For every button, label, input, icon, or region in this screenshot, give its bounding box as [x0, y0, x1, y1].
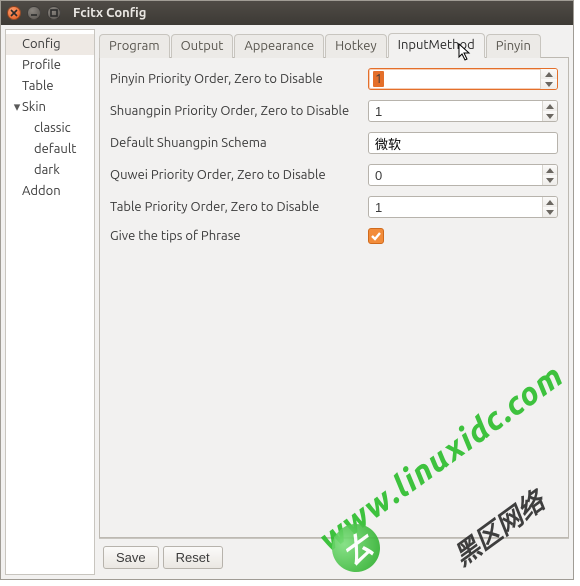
sidebar-item-label: Profile — [22, 58, 61, 72]
label-shuangpin-priority: Shuangpin Priority Order, Zero to Disabl… — [110, 104, 368, 118]
app-window: Fcitx Config Config Profile Table ▾Skin … — [0, 0, 574, 580]
sidebar-item-label: Config — [22, 37, 61, 51]
maximize-icon[interactable] — [47, 6, 61, 20]
sidebar-item-skin[interactable]: ▾Skin — [6, 97, 94, 118]
step-up-icon[interactable] — [541, 69, 557, 79]
step-down-icon[interactable] — [541, 79, 557, 89]
input-value[interactable] — [369, 197, 542, 217]
tab-label: Pinyin — [496, 39, 531, 53]
label-table-priority: Table Priority Order, Zero to Disable — [110, 200, 368, 214]
step-down-icon[interactable] — [543, 175, 557, 185]
tab-appearance[interactable]: Appearance — [234, 34, 324, 58]
tab-label: InputMethod — [398, 38, 475, 52]
label-default-shuangpin: Default Shuangpin Schema — [110, 136, 368, 150]
sidebar-tree: Config Profile Table ▾Skin classic defau… — [5, 29, 95, 575]
tab-bar: Program Output Appearance Hotkey InputMe… — [99, 29, 569, 58]
default-shuangpin-field[interactable] — [368, 132, 558, 154]
sidebar-item-skin-classic[interactable]: classic — [6, 118, 94, 139]
table-priority-stepper[interactable] — [368, 196, 558, 218]
sidebar-item-label: Table — [22, 79, 54, 93]
tab-panel-inputmethod: Pinyin Priority Order, Zero to Disable 1 — [99, 58, 569, 538]
step-up-icon[interactable] — [543, 165, 557, 175]
step-down-icon[interactable] — [543, 111, 557, 121]
input-value[interactable] — [369, 101, 542, 121]
sidebar-item-addon[interactable]: Addon — [6, 181, 94, 202]
label-pinyin-priority: Pinyin Priority Order, Zero to Disable — [110, 72, 368, 86]
quwei-priority-stepper[interactable] — [368, 164, 558, 186]
titlebar: Fcitx Config — [1, 1, 573, 25]
step-down-icon[interactable] — [543, 207, 557, 217]
tab-label: Program — [109, 39, 160, 53]
button-label: Reset — [176, 550, 210, 565]
tab-label: Appearance — [244, 39, 314, 53]
tab-label: Hotkey — [335, 39, 377, 53]
sidebar-item-config[interactable]: Config — [6, 34, 94, 55]
save-button[interactable]: Save — [103, 546, 159, 569]
reset-button[interactable]: Reset — [163, 546, 223, 569]
sidebar-item-label: default — [34, 142, 76, 156]
shuangpin-priority-stepper[interactable] — [368, 100, 558, 122]
tab-program[interactable]: Program — [99, 34, 170, 58]
sidebar-item-label: dark — [34, 163, 60, 177]
step-up-icon[interactable] — [543, 197, 557, 207]
label-quwei-priority: Quwei Priority Order, Zero to Disable — [110, 168, 368, 182]
sidebar-item-skin-default[interactable]: default — [6, 139, 94, 160]
sidebar-item-skin-dark[interactable]: dark — [6, 160, 94, 181]
input-value: 1 — [373, 71, 384, 87]
tab-hotkey[interactable]: Hotkey — [325, 34, 387, 58]
sidebar-item-profile[interactable]: Profile — [6, 55, 94, 76]
sidebar-item-label: Skin — [22, 100, 46, 114]
tab-output[interactable]: Output — [171, 34, 234, 58]
button-label: Save — [116, 550, 146, 565]
give-tips-checkbox[interactable] — [368, 228, 384, 244]
sidebar-item-label: classic — [34, 121, 71, 135]
minimize-icon[interactable] — [27, 6, 41, 20]
dialog-footer: Save Reset — [99, 538, 569, 575]
sidebar-item-table[interactable]: Table — [6, 76, 94, 97]
main-panel: Program Output Appearance Hotkey InputMe… — [99, 29, 569, 575]
tab-label: Output — [181, 39, 224, 53]
tab-inputmethod[interactable]: InputMethod — [388, 33, 485, 58]
window-title: Fcitx Config — [73, 6, 146, 20]
input-value[interactable] — [369, 165, 542, 185]
pinyin-priority-stepper[interactable]: 1 — [368, 68, 558, 90]
tab-pinyin[interactable]: Pinyin — [486, 34, 541, 58]
triangle-down-icon[interactable]: ▾ — [12, 99, 22, 116]
label-give-tips: Give the tips of Phrase — [110, 229, 368, 243]
step-up-icon[interactable] — [543, 101, 557, 111]
close-icon[interactable] — [7, 6, 21, 20]
sidebar-item-label: Addon — [22, 184, 61, 198]
